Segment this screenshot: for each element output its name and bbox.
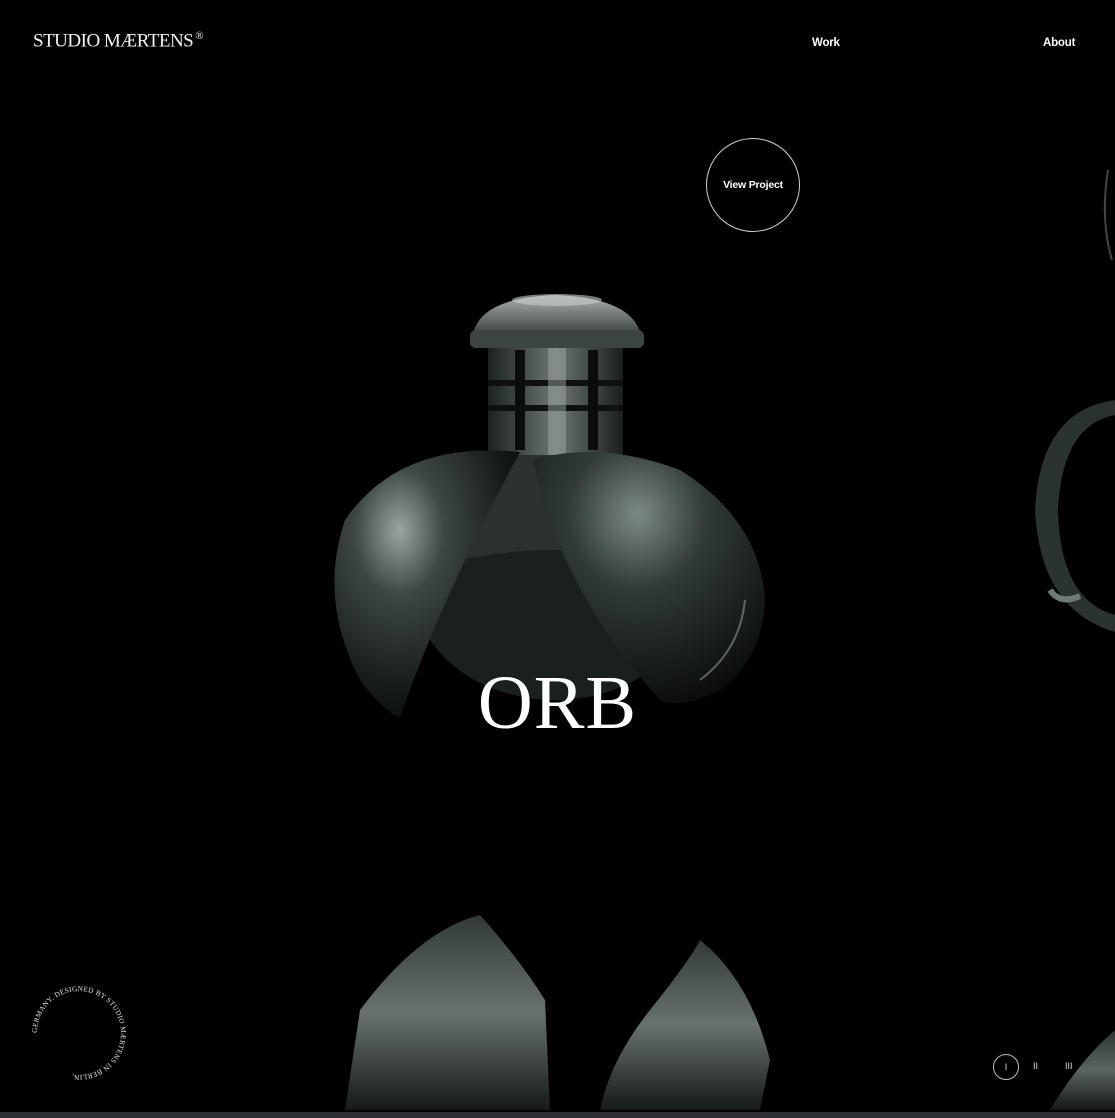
pagination-label-1: I: [1004, 1062, 1008, 1072]
orb-neck: [488, 345, 623, 455]
view-project-label: View Project: [723, 179, 783, 191]
pagination-item-3[interactable]: III: [1065, 1061, 1073, 1071]
logo-text: STUDIO MÆRTENS: [33, 30, 194, 52]
pagination-item-1[interactable]: I: [993, 1054, 1019, 1080]
nav-work-link[interactable]: Work: [812, 37, 840, 49]
project-title: ORB: [477, 661, 638, 745]
nav-about-link[interactable]: About: [1043, 37, 1075, 49]
bottom-scrollbar[interactable]: [0, 1112, 1115, 1118]
studio-logo[interactable]: STUDIO MÆRTENS ®: [33, 30, 204, 52]
badge-text: GERMANY. DESIGNED BY STUDIO MÆRTENS IN B…: [31, 985, 127, 1081]
reflection-bottom: [345, 915, 1115, 1110]
ring-object-right: [1035, 169, 1115, 632]
svg-text:GERMANY. DESIGNED BY STUDIO MÆ: GERMANY. DESIGNED BY STUDIO MÆRTENS IN B…: [31, 985, 127, 1081]
orb-cap: [470, 294, 644, 348]
view-project-button[interactable]: View Project: [706, 138, 800, 232]
orb-3d-render: [334, 169, 1115, 1110]
rotating-badge: GERMANY. DESIGNED BY STUDIO MÆRTENS IN B…: [31, 985, 127, 1081]
registered-mark: ®: [195, 30, 204, 42]
pagination-item-2[interactable]: II: [1033, 1061, 1038, 1071]
